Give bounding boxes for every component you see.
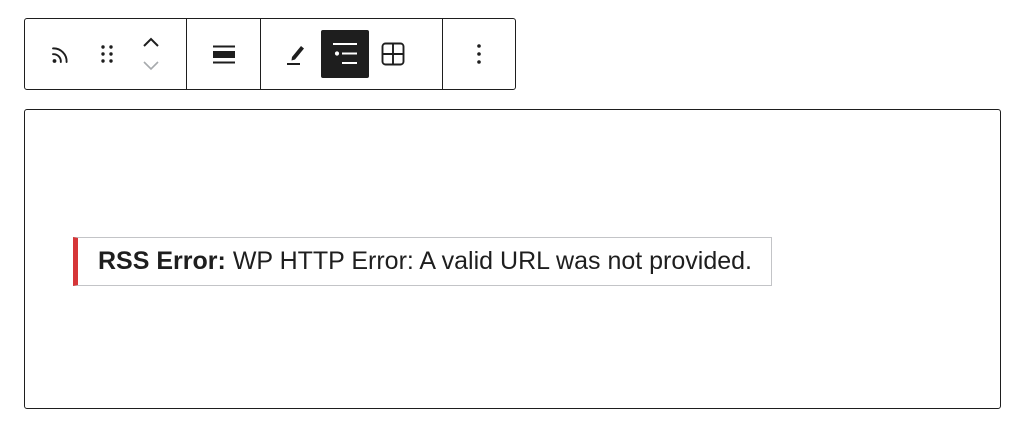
move-down-button[interactable] — [133, 54, 169, 78]
rss-block[interactable]: RSS Error: WP HTTP Error: A valid URL wa… — [24, 109, 1001, 409]
list-view-icon — [333, 43, 357, 64]
chevron-up-icon — [143, 37, 159, 47]
block-toolbar — [24, 18, 516, 90]
grid-view-icon — [381, 42, 405, 66]
align-wide-icon — [212, 45, 235, 64]
options-group — [442, 19, 514, 89]
options-button[interactable] — [455, 30, 503, 78]
drag-handle-button[interactable] — [85, 30, 129, 78]
list-view-button[interactable] — [321, 30, 369, 78]
error-message: WP HTTP Error: A valid URL was not provi… — [232, 247, 752, 275]
drag-handle-icon — [101, 45, 113, 63]
alignment-group — [186, 19, 260, 89]
move-up-button[interactable] — [133, 30, 169, 54]
block-type-button[interactable] — [37, 30, 85, 78]
align-button[interactable] — [200, 30, 248, 78]
pencil-icon — [287, 46, 304, 65]
error-label: RSS Error: — [98, 247, 226, 275]
view-mode-group — [260, 19, 442, 89]
rss-icon — [52, 47, 68, 63]
rss-error-notice: RSS Error: WP HTTP Error: A valid URL wa… — [73, 237, 772, 286]
block-movers — [129, 27, 173, 81]
block-controls-group — [25, 19, 186, 89]
more-vertical-icon — [476, 44, 481, 64]
edit-button[interactable] — [273, 30, 321, 78]
grid-view-button[interactable] — [369, 30, 417, 78]
chevron-down-icon — [143, 61, 159, 71]
